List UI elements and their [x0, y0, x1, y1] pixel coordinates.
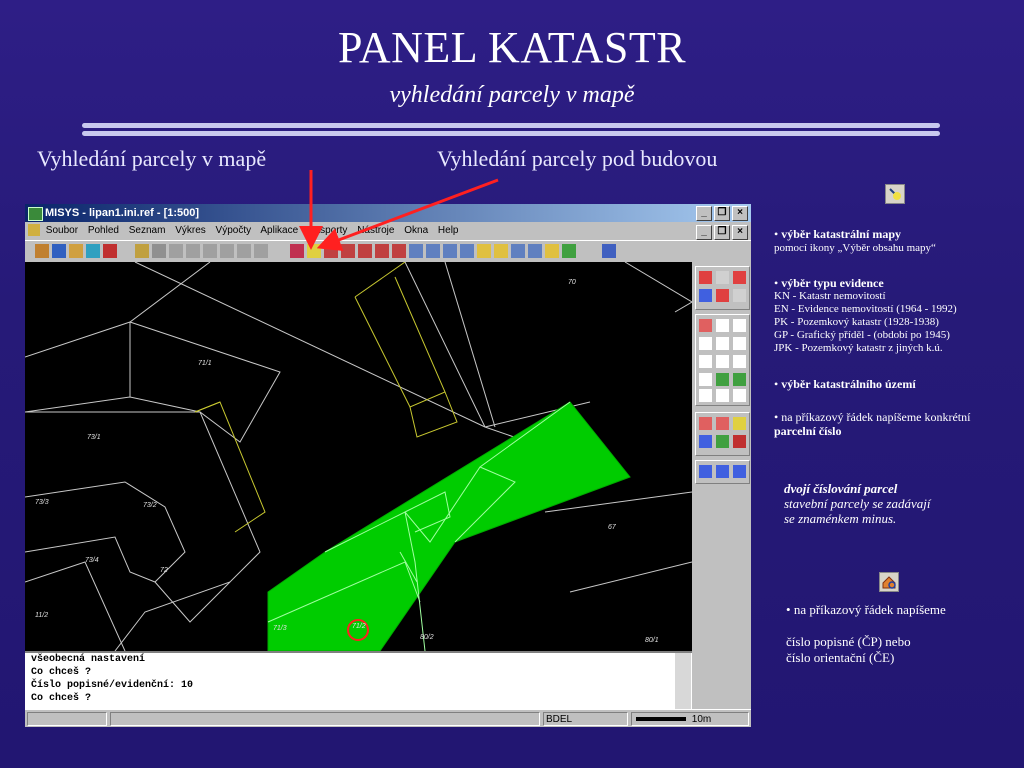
note-double-numbering: dvojí číslování parcel stavební parcely …: [784, 481, 931, 526]
bullet-cadastral-area: • výběr katastrálního území: [774, 377, 916, 391]
bullet-house-number: • na příkazový řádek napíšeme číslo popi…: [786, 602, 946, 665]
evidence-pk: PK - Pozemkový katastr (1928-1938): [774, 316, 939, 328]
evidence-kn: KN - Katastr nemovitostí: [774, 290, 886, 302]
evidence-gp: GP - Grafický příděl - (období po 1945): [774, 329, 950, 341]
bullet-parcel-number: • na příkazový řádek napíšeme konkrétní …: [774, 410, 971, 438]
evidence-jpk: JPK - Pozemkový katastr z jiných k.ú.: [774, 342, 943, 354]
map-select-icon: [885, 184, 905, 204]
bullet-map-selection: • výběr katastrální mapy pomocí ikony „V…: [774, 227, 1019, 255]
bullet-evidence-type: • výběr typu evidence KN - Katastr nemov…: [774, 276, 1024, 355]
house-search-icon: [879, 572, 899, 592]
evidence-en: EN - Evidence nemovitostí (1964 - 1992): [774, 303, 957, 315]
bullet-map-selection-desc: pomocí ikony „Výběr obsahu mapy“: [774, 242, 936, 254]
arrow-right: [316, 178, 499, 252]
